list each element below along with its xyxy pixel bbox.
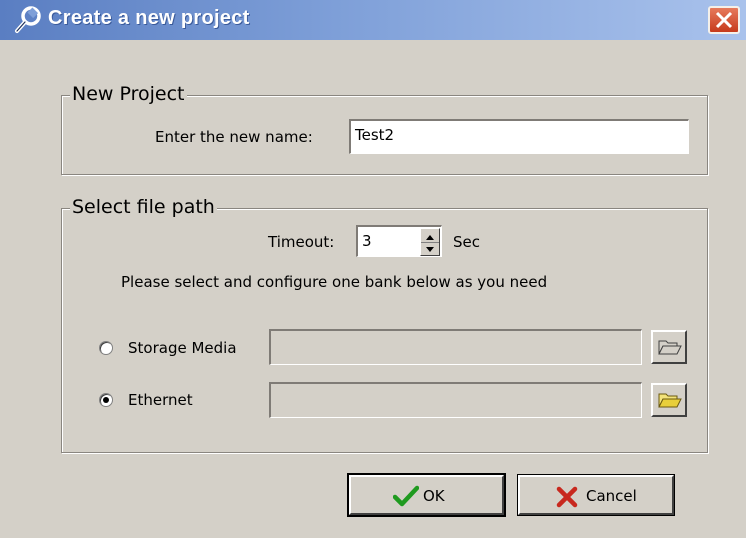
radio-selected-dot	[103, 397, 109, 403]
x-cancel-icon	[556, 486, 578, 508]
storage-media-label: Storage Media	[128, 339, 237, 357]
ethernet-radio[interactable]	[99, 393, 113, 407]
create-project-dialog: Create a new project New Project Enter t…	[0, 0, 746, 538]
name-label: Enter the new name:	[155, 128, 313, 146]
ethernet-path-field[interactable]	[269, 382, 642, 418]
spin-down-button[interactable]	[421, 242, 439, 255]
timeout-value: 3	[362, 232, 372, 250]
timeout-label: Timeout:	[268, 233, 335, 251]
storage-media-path-field[interactable]	[269, 329, 642, 365]
timeout-unit: Sec	[453, 233, 480, 251]
ok-label: OK	[423, 487, 445, 505]
instruction-text: Please select and configure one bank bel…	[121, 273, 548, 291]
storage-media-browse-button[interactable]	[651, 330, 687, 364]
close-icon	[715, 11, 733, 29]
checkmark-icon	[393, 485, 419, 507]
cancel-button[interactable]: Cancel	[517, 474, 675, 516]
title-bar[interactable]: Create a new project	[0, 0, 746, 40]
ok-button[interactable]: OK	[347, 473, 506, 517]
storage-media-radio[interactable]	[99, 341, 113, 355]
new-project-legend: New Project	[70, 82, 187, 106]
ethernet-browse-button[interactable]	[651, 383, 687, 417]
window-title: Create a new project	[48, 7, 250, 29]
project-name-input[interactable]: Test2	[349, 119, 689, 154]
folder-open-icon	[658, 340, 682, 355]
spin-up-button[interactable]	[421, 229, 439, 243]
folder-open-icon	[658, 393, 682, 408]
cancel-label: Cancel	[586, 487, 637, 505]
timeout-spinner[interactable]: 3	[356, 225, 442, 257]
arrow-down-icon	[426, 247, 434, 252]
project-name-value: Test2	[355, 126, 395, 144]
spinner-buttons	[420, 228, 440, 256]
ethernet-label: Ethernet	[128, 391, 193, 409]
wrench-icon	[15, 6, 41, 33]
close-button[interactable]	[708, 6, 740, 34]
file-path-legend: Select file path	[70, 195, 217, 219]
